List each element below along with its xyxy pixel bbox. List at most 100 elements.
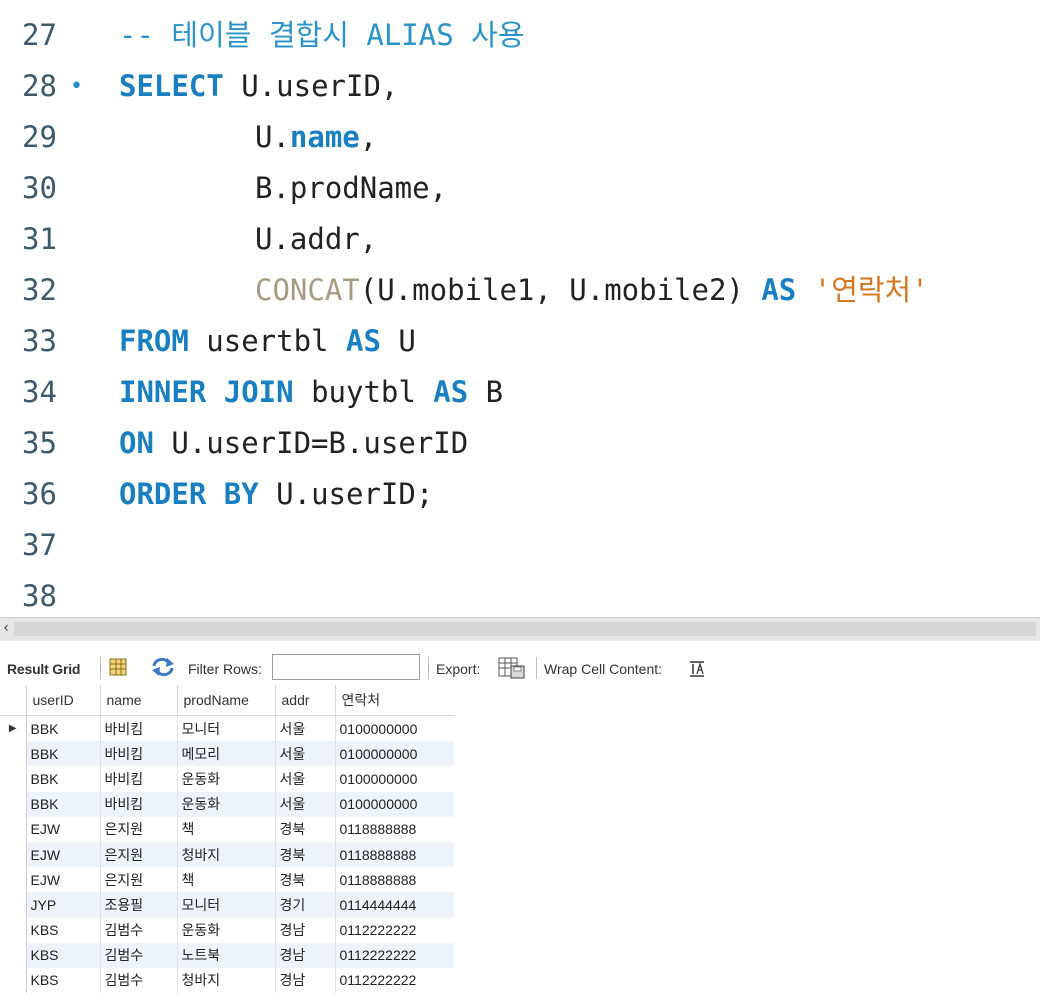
row-indicator[interactable]	[0, 867, 27, 893]
line-number: 38	[22, 579, 57, 613]
table-row[interactable]: JYP 조용필 모니터 경기 0114444444	[0, 892, 455, 918]
table-cell[interactable]: 서울	[275, 766, 336, 792]
table-cell[interactable]: 0118888888	[335, 816, 455, 842]
table-cell[interactable]: 청바지	[177, 841, 276, 868]
table-cell[interactable]: JYP	[26, 892, 101, 918]
table-cell[interactable]: 책	[177, 867, 276, 893]
row-indicator[interactable]	[0, 917, 27, 943]
table-cell[interactable]: 경북	[275, 867, 336, 893]
table-cell[interactable]: 김범수	[100, 917, 178, 943]
row-indicator[interactable]	[0, 741, 27, 767]
table-row[interactable]: KBS 김범수 노트북 경남 0112222222	[0, 942, 455, 968]
filter-rows-input[interactable]	[272, 654, 420, 680]
column-header[interactable]: 연락처	[335, 685, 455, 716]
export-icon[interactable]	[498, 656, 526, 683]
table-cell[interactable]: 서울	[275, 715, 336, 742]
table-cell[interactable]: BBK	[26, 766, 101, 792]
table-cell[interactable]: 0112222222	[335, 942, 455, 968]
table-cell[interactable]: 은지원	[100, 841, 178, 868]
table-row[interactable]: BBK 바비킴 메모리 서울 0100000000	[0, 741, 455, 767]
row-indicator[interactable]	[0, 841, 27, 868]
table-cell[interactable]: 모니터	[177, 892, 276, 918]
table-cell[interactable]: 0100000000	[335, 766, 455, 792]
table-cell[interactable]: 메모리	[177, 741, 276, 767]
code-line: 34 INNER JOIN buytbl AS B	[0, 367, 1040, 418]
column-header[interactable]: name	[100, 685, 178, 716]
row-indicator[interactable]	[0, 766, 27, 792]
table-cell[interactable]: 0100000000	[335, 715, 455, 742]
wrap-text-icon[interactable]	[688, 660, 708, 681]
table-cell[interactable]: 책	[177, 816, 276, 842]
table-cell[interactable]: 모니터	[177, 715, 276, 742]
table-cell[interactable]: BBK	[26, 791, 101, 817]
scroll-left-icon[interactable]: ‹	[0, 618, 12, 640]
table-cell[interactable]: 운동화	[177, 791, 276, 817]
result-grid[interactable]: userID name prodName addr 연락처 ▶ BBK 바비킴 모니터…	[0, 685, 1040, 1006]
sql-keyword: ON	[119, 426, 154, 460]
column-header[interactable]: addr	[275, 685, 336, 716]
table-cell[interactable]: 0100000000	[335, 791, 455, 817]
column-header[interactable]: prodName	[177, 685, 276, 716]
table-cell[interactable]: 조용필	[100, 892, 178, 918]
row-indicator[interactable]	[0, 816, 27, 842]
table-row[interactable]: KBS 김범수 운동화 경남 0112222222	[0, 917, 455, 943]
sql-keyword: INNER JOIN	[119, 375, 294, 409]
table-cell[interactable]: 경북	[275, 816, 336, 842]
table-cell[interactable]: 김범수	[100, 967, 178, 994]
row-indicator[interactable]	[0, 791, 27, 817]
grid-icon[interactable]	[108, 657, 128, 680]
table-cell[interactable]: 은지원	[100, 867, 178, 893]
table-cell[interactable]: 바비킴	[100, 715, 178, 742]
table-cell[interactable]: BBK	[26, 715, 101, 742]
table-cell[interactable]: 서울	[275, 741, 336, 767]
table-cell[interactable]: 바비킴	[100, 766, 178, 792]
table-cell[interactable]: 운동화	[177, 766, 276, 792]
table-cell[interactable]: 바비킴	[100, 741, 178, 767]
current-row-indicator-icon[interactable]: ▶	[0, 715, 27, 742]
table-cell[interactable]: 경기	[275, 892, 336, 918]
table-cell[interactable]: KBS	[26, 942, 101, 968]
sql-editor[interactable]: 27 -- 테이블 결합시 ALIAS 사용 28 • SELECT U.use…	[0, 0, 1040, 617]
table-row[interactable]: EJW 은지원 책 경북 0118888888	[0, 867, 455, 893]
table-cell[interactable]: EJW	[26, 867, 101, 893]
table-cell[interactable]: 노트북	[177, 942, 276, 968]
row-indicator[interactable]	[0, 892, 27, 918]
table-cell[interactable]: KBS	[26, 917, 101, 943]
table-cell[interactable]: 서울	[275, 791, 336, 817]
table-row[interactable]: ▶ BBK 바비킴 모니터 서울 0100000000	[0, 715, 455, 742]
table-cell[interactable]: 청바지	[177, 967, 276, 994]
row-indicator[interactable]	[0, 967, 27, 994]
sql-text: U.	[255, 120, 290, 154]
table-cell[interactable]: 운동화	[177, 917, 276, 943]
table-cell[interactable]: 바비킴	[100, 791, 178, 817]
table-cell[interactable]: KBS	[26, 967, 101, 994]
table-row[interactable]: EJW 은지원 책 경북 0118888888	[0, 816, 455, 842]
panel-splitter[interactable]: ‹	[0, 617, 1040, 641]
table-cell[interactable]: EJW	[26, 816, 101, 842]
table-cell[interactable]: 김범수	[100, 942, 178, 968]
table-cell[interactable]: 경남	[275, 942, 336, 968]
table-row[interactable]: KBS 김범수 청바지 경남 0112222222	[0, 967, 455, 994]
table-cell[interactable]: 0100000000	[335, 741, 455, 767]
code-line: 36 ORDER BY U.userID;	[0, 469, 1040, 520]
table-cell[interactable]: BBK	[26, 741, 101, 767]
table-cell[interactable]: 0118888888	[335, 867, 455, 893]
table-cell[interactable]: 경남	[275, 967, 336, 994]
table-cell[interactable]: 0114444444	[335, 892, 455, 918]
table-cell[interactable]: 경남	[275, 917, 336, 943]
table-row[interactable]: BBK 바비킴 운동화 서울 0100000000	[0, 791, 455, 817]
statement-marker-icon[interactable]: •	[70, 61, 83, 112]
refresh-icon[interactable]	[150, 657, 176, 680]
line-number: 29	[22, 120, 57, 154]
table-cell[interactable]: 경북	[275, 841, 336, 868]
table-cell[interactable]: 0118888888	[335, 841, 455, 868]
horizontal-scrollbar[interactable]	[14, 622, 1036, 636]
table-cell[interactable]: EJW	[26, 841, 101, 868]
table-cell[interactable]: 은지원	[100, 816, 178, 842]
row-indicator[interactable]	[0, 942, 27, 968]
table-cell[interactable]: 0112222222	[335, 917, 455, 943]
table-row[interactable]: EJW 은지원 청바지 경북 0118888888	[0, 841, 455, 868]
table-cell[interactable]: 0112222222	[335, 967, 455, 994]
column-header[interactable]: userID	[26, 685, 101, 716]
table-row[interactable]: BBK 바비킴 운동화 서울 0100000000	[0, 766, 455, 792]
